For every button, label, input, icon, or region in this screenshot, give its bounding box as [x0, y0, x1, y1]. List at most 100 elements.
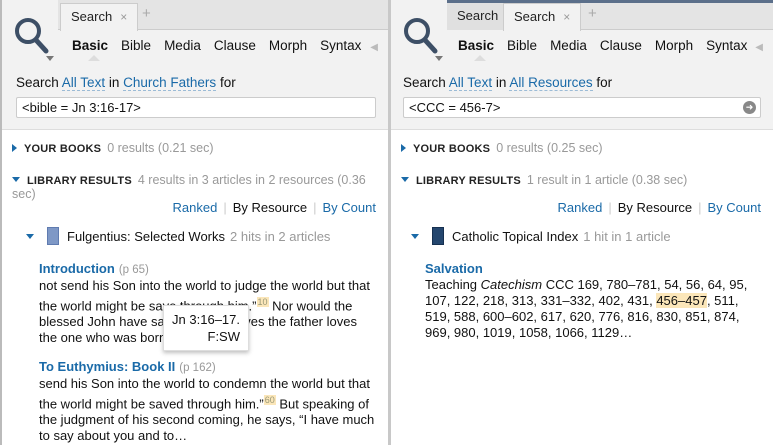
chevron-down-icon[interactable]	[46, 56, 54, 61]
label: Search	[16, 75, 59, 90]
search-header: Search × + Basic Bible Media Clause Morph…	[2, 0, 388, 130]
mode-media[interactable]: Media	[550, 38, 587, 53]
tab-search-2[interactable]: Search ×	[503, 3, 582, 31]
chevron-right-icon	[401, 144, 406, 152]
resource-meta: 1 hit in 1 article	[583, 228, 671, 244]
tab-label: Search	[71, 9, 113, 24]
tab-strip: Search Search × +	[447, 0, 773, 31]
sort-ranked[interactable]: Ranked	[558, 200, 603, 215]
section-label: YOUR BOOKS	[24, 143, 102, 155]
section-label: LIBRARY RESULTS	[27, 175, 132, 187]
section-meta: 0 results (0.25 sec)	[496, 141, 603, 155]
active-mode-pointer	[88, 55, 100, 61]
chevron-down-icon	[401, 177, 409, 182]
search-panel-right: Search Search × + Basic Bible Media Claus…	[391, 0, 773, 445]
mode-clause[interactable]: Clause	[600, 38, 642, 53]
resource-meta: 2 hits in 2 articles	[230, 228, 331, 244]
resource-row[interactable]: Catholic Topical Index 1 hit in 1 article	[411, 227, 671, 245]
label: in	[108, 75, 120, 90]
collection-dropdown[interactable]: All Resources	[509, 75, 593, 91]
footnote-marker[interactable]: 60	[263, 395, 276, 405]
mode-syntax[interactable]: Syntax	[320, 38, 361, 53]
article-link[interactable]: Introduction	[39, 261, 115, 276]
scope-dropdown[interactable]: All Text	[448, 75, 493, 91]
section-label: LIBRARY RESULTS	[416, 175, 521, 187]
search-mode-tabs: Basic Bible Media Clause Morph Syntax	[458, 38, 747, 53]
sort-options: Ranked | By Resource | By Count	[172, 200, 377, 215]
resource-title[interactable]: Catholic Topical Index	[452, 229, 578, 244]
scope-dropdown[interactable]: All Text	[61, 75, 106, 91]
library-results-section[interactable]: LIBRARY RESULTS 1 result in 1 article (0.…	[401, 173, 687, 187]
search-icon[interactable]	[12, 14, 52, 59]
query-text: <CCC = 456-7>	[409, 100, 501, 115]
page-ref: (p 162)	[179, 362, 216, 374]
section-meta: 1 result in 1 article (0.38 sec)	[526, 173, 688, 187]
your-books-section[interactable]: YOUR BOOKS 0 results (0.21 sec)	[12, 141, 213, 155]
mode-morph[interactable]: Morph	[655, 38, 693, 53]
label: for	[219, 75, 236, 90]
search-scope-line: Search All Text in All Resources for	[403, 75, 613, 91]
label: for	[596, 75, 613, 90]
chevron-down-icon[interactable]	[26, 233, 34, 239]
search-icon[interactable]	[401, 14, 441, 59]
library-results-section[interactable]: LIBRARY RESULTS 4 results in 3 articles i…	[12, 173, 388, 201]
go-arrow-icon[interactable]: ➜	[743, 101, 756, 114]
sort-by-resource[interactable]: By Resource	[618, 200, 692, 215]
active-mode-pointer	[474, 55, 486, 61]
tab-search[interactable]: Search ×	[60, 3, 139, 31]
snippet: Teaching	[425, 277, 481, 292]
label: in	[495, 75, 507, 90]
result-entry: To Euthymius: Book II (p 162) send his So…	[39, 359, 376, 444]
sort-by-count[interactable]: By Count	[708, 200, 761, 215]
collection-dropdown[interactable]: Church Fathers	[123, 75, 217, 91]
tooltip-line: F:SW	[207, 329, 241, 344]
chevron-right-icon	[12, 144, 17, 152]
mode-morph[interactable]: Morph	[269, 38, 307, 53]
sort-by-resource[interactable]: By Resource	[233, 200, 307, 215]
mode-basic[interactable]: Basic	[458, 38, 494, 53]
close-icon[interactable]: ×	[120, 10, 127, 24]
snippet-italic: Catechism	[480, 277, 543, 292]
your-books-section[interactable]: YOUR BOOKS 0 results (0.25 sec)	[401, 141, 602, 155]
chevron-down-icon	[12, 177, 20, 182]
section-label: YOUR BOOKS	[413, 143, 491, 155]
add-tab-button[interactable]: +	[588, 5, 597, 22]
chevron-down-icon[interactable]	[411, 233, 419, 239]
label: Search	[403, 75, 446, 90]
mode-clause[interactable]: Clause	[214, 38, 256, 53]
book-icon	[47, 227, 59, 245]
page-ref: (p 65)	[118, 264, 149, 276]
tooltip-line: Jn 3:16–17.	[172, 312, 240, 327]
mode-bible[interactable]: Bible	[121, 38, 151, 53]
mode-media[interactable]: Media	[164, 38, 201, 53]
search-input[interactable]: <bible = Jn 3:16-17>	[16, 97, 376, 118]
result-entry: Salvation Teaching Catechism CCC 169, 78…	[425, 261, 761, 341]
add-tab-button[interactable]: +	[142, 5, 151, 22]
article-link[interactable]: Salvation	[425, 261, 483, 276]
resource-row[interactable]: Fulgentius: Selected Works 2 hits in 2 ar…	[26, 227, 330, 245]
footnote-tooltip: Jn 3:16–17. F:SW	[163, 305, 249, 351]
scroll-left-icon[interactable]: ◀	[370, 42, 378, 53]
tab-strip: Search × +	[58, 0, 388, 31]
section-meta: 0 results (0.21 sec)	[107, 141, 214, 155]
search-input[interactable]: <CCC = 456-7> ➜	[403, 97, 761, 118]
close-icon[interactable]: ×	[563, 10, 570, 24]
tab-label: Search	[514, 9, 556, 24]
sort-by-count[interactable]: By Count	[323, 200, 376, 215]
mode-syntax[interactable]: Syntax	[706, 38, 747, 53]
mode-basic[interactable]: Basic	[72, 38, 108, 53]
article-link[interactable]: To Euthymius: Book II	[39, 359, 175, 374]
mode-bible[interactable]: Bible	[507, 38, 537, 53]
search-scope-line: Search All Text in Church Fathers for	[16, 75, 236, 91]
sort-ranked[interactable]: Ranked	[173, 200, 218, 215]
tab-search-1[interactable]: Search	[447, 3, 510, 30]
search-hit[interactable]: 456–457	[656, 293, 707, 308]
tab-label: Search	[457, 8, 499, 23]
search-panel-left: Search × + Basic Bible Media Clause Morph…	[0, 0, 388, 445]
search-header: Search Search × + Basic Bible Media Claus…	[391, 0, 773, 130]
search-mode-tabs: Basic Bible Media Clause Morph Syntax	[72, 38, 361, 53]
resource-title[interactable]: Fulgentius: Selected Works	[67, 229, 225, 244]
chevron-down-icon[interactable]	[435, 56, 443, 61]
scroll-left-icon[interactable]: ◀	[755, 42, 763, 53]
footnote-marker[interactable]: 10	[256, 297, 269, 307]
